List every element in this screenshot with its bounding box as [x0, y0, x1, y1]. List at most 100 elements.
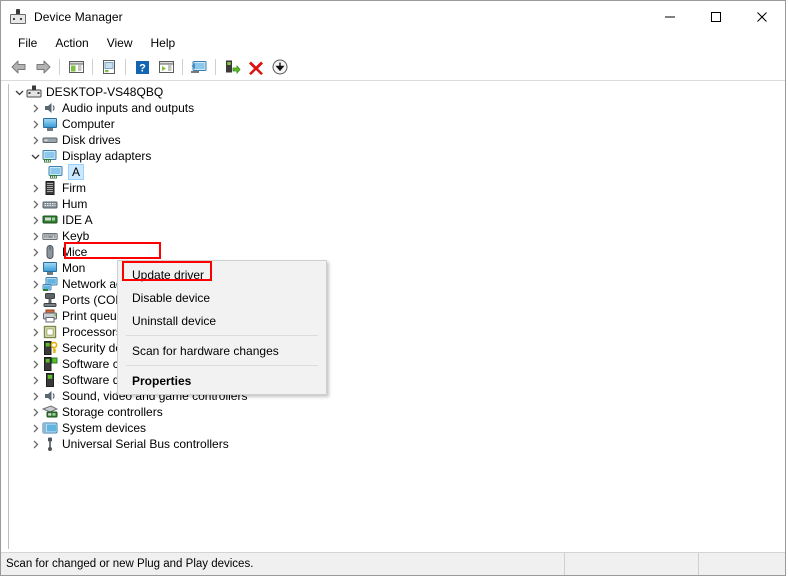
- chevron-right-icon[interactable]: [28, 344, 42, 353]
- keyboard-icon: [42, 228, 58, 244]
- tree-item-audio-inputs-and-outputs[interactable]: Audio inputs and outputs: [4, 100, 782, 116]
- tree-item-label: System devices: [62, 421, 147, 435]
- context-menu-label: Update driver: [132, 267, 205, 282]
- chevron-right-icon[interactable]: [28, 424, 42, 433]
- properties-icon[interactable]: [97, 56, 121, 78]
- ide-icon: [42, 212, 58, 228]
- chevron-right-icon[interactable]: [28, 184, 42, 193]
- chevron-right-icon[interactable]: [28, 312, 42, 321]
- chevron-right-icon[interactable]: [28, 248, 42, 257]
- close-button[interactable]: [739, 1, 785, 32]
- tree-item-label: Disk drives: [62, 133, 121, 147]
- context-menu-item-properties[interactable]: Properties: [118, 369, 326, 392]
- chevron-right-icon[interactable]: [28, 200, 42, 209]
- storage-icon: [41, 404, 59, 420]
- context-menu-item-uninstall-device[interactable]: Uninstall device: [118, 309, 326, 332]
- chevron-down-icon[interactable]: [28, 152, 42, 161]
- chevron-right-icon[interactable]: [28, 104, 42, 113]
- chevron-right-icon[interactable]: [28, 280, 42, 289]
- minimize-button[interactable]: [647, 1, 693, 32]
- show-hide-console-tree-icon[interactable]: [64, 56, 88, 78]
- speaker-icon: [42, 388, 58, 404]
- tree-item-root[interactable]: DESKTOP-VS48QBQ: [4, 84, 782, 100]
- device-manager-icon: [10, 8, 26, 25]
- tree-item-storage-controllers[interactable]: Storage controllers: [4, 404, 782, 420]
- tree-item-label: DESKTOP-VS48QBQ: [46, 85, 164, 99]
- firmware-icon: [42, 180, 58, 196]
- mouse-icon: [42, 244, 58, 260]
- help-icon[interactable]: ?: [130, 56, 154, 78]
- tree-item-label: Firm: [62, 181, 86, 195]
- security-icon: [42, 340, 58, 356]
- status-bar-message-pane: Scan for changed or new Plug and Play de…: [1, 553, 565, 575]
- chevron-right-icon[interactable]: [28, 136, 42, 145]
- system-icon: [42, 420, 58, 436]
- display-adapter-icon: [42, 148, 58, 164]
- port-icon: [42, 292, 58, 308]
- chevron-right-icon[interactable]: [28, 328, 42, 337]
- menu-file[interactable]: File: [9, 34, 46, 53]
- toolbar-separator: [215, 59, 216, 75]
- menu-action[interactable]: Action: [46, 34, 97, 53]
- printer-icon: [42, 308, 58, 324]
- tree-item-ide-ata-controllers[interactable]: IDE A: [4, 212, 782, 228]
- tree-item-disk-drives[interactable]: Disk drives: [4, 132, 782, 148]
- install-legacy-hardware-icon[interactable]: [268, 56, 292, 78]
- tree-item-label: Display adapters: [62, 149, 152, 163]
- chevron-right-icon[interactable]: [28, 408, 42, 417]
- tree-item-keyboards[interactable]: Keyb: [4, 228, 782, 244]
- menu-view[interactable]: View: [98, 34, 142, 53]
- tree-item-display-adapter-device[interactable]: A: [4, 164, 782, 180]
- hid-icon: [42, 196, 58, 212]
- chevron-right-icon[interactable]: [28, 440, 42, 449]
- tree-item-label: Universal Serial Bus controllers: [62, 437, 229, 451]
- enable-device-icon[interactable]: [220, 56, 244, 78]
- context-menu-label: Disable device: [132, 290, 211, 305]
- tree-item-label: A: [68, 164, 85, 180]
- tree-item-human-interface-devices[interactable]: Hum: [4, 196, 782, 212]
- chevron-right-icon[interactable]: [28, 296, 42, 305]
- context-menu-item-disable-device[interactable]: Disable device: [118, 286, 326, 309]
- context-menu[interactable]: Update driver Disable device Uninstall d…: [117, 260, 327, 395]
- tree-item-label: IDE A: [62, 213, 93, 227]
- disk-icon: [42, 132, 58, 148]
- maximize-button[interactable]: [693, 1, 739, 32]
- tree-item-label: Hum: [62, 197, 88, 211]
- chevron-right-icon[interactable]: [28, 264, 42, 273]
- chevron-right-icon[interactable]: [28, 216, 42, 225]
- context-menu-item-scan-for-hardware-changes[interactable]: Scan for hardware changes: [118, 339, 326, 362]
- status-bar-pane-2: [565, 553, 699, 575]
- chevron-right-icon[interactable]: [28, 360, 42, 369]
- back-icon[interactable]: [7, 56, 31, 78]
- menu-help[interactable]: Help: [142, 34, 185, 53]
- tree-item-label: Keyb: [62, 229, 90, 243]
- tree-item-system-devices[interactable]: System devices: [4, 420, 782, 436]
- update-driver-icon[interactable]: [154, 56, 178, 78]
- tree-item-label: Mon: [62, 261, 86, 275]
- scan-for-hardware-changes-icon[interactable]: [187, 56, 211, 78]
- status-bar-pane-3: [699, 553, 785, 575]
- context-menu-label: Properties: [132, 373, 192, 388]
- chevron-right-icon[interactable]: [28, 120, 42, 129]
- chevron-right-icon[interactable]: [28, 392, 42, 401]
- tree-item-computer[interactable]: Computer: [4, 116, 782, 132]
- computer-root-icon: [26, 84, 42, 100]
- tree-item-display-adapters[interactable]: Display adapters: [4, 148, 782, 164]
- software-component-icon: [42, 356, 58, 372]
- forward-icon[interactable]: [31, 56, 55, 78]
- chevron-right-icon[interactable]: [28, 376, 42, 385]
- network-icon: [42, 276, 58, 292]
- context-menu-separator: [126, 365, 318, 366]
- tree-item-label: Audio inputs and outputs: [62, 101, 195, 115]
- tree-item-firmware[interactable]: Firm: [4, 180, 782, 196]
- tree-item-usb-controllers[interactable]: Universal Serial Bus controllers: [4, 436, 782, 452]
- status-bar: Scan for changed or new Plug and Play de…: [1, 552, 785, 575]
- chevron-right-icon[interactable]: [28, 232, 42, 241]
- tree-item-mice[interactable]: Mice: [4, 244, 782, 260]
- uninstall-device-icon[interactable]: [244, 56, 268, 78]
- chevron-down-icon[interactable]: [12, 88, 26, 97]
- speaker-icon: [42, 100, 58, 116]
- toolbar-separator: [125, 59, 126, 75]
- context-menu-item-update-driver[interactable]: Update driver: [118, 263, 326, 286]
- context-menu-separator: [126, 335, 318, 336]
